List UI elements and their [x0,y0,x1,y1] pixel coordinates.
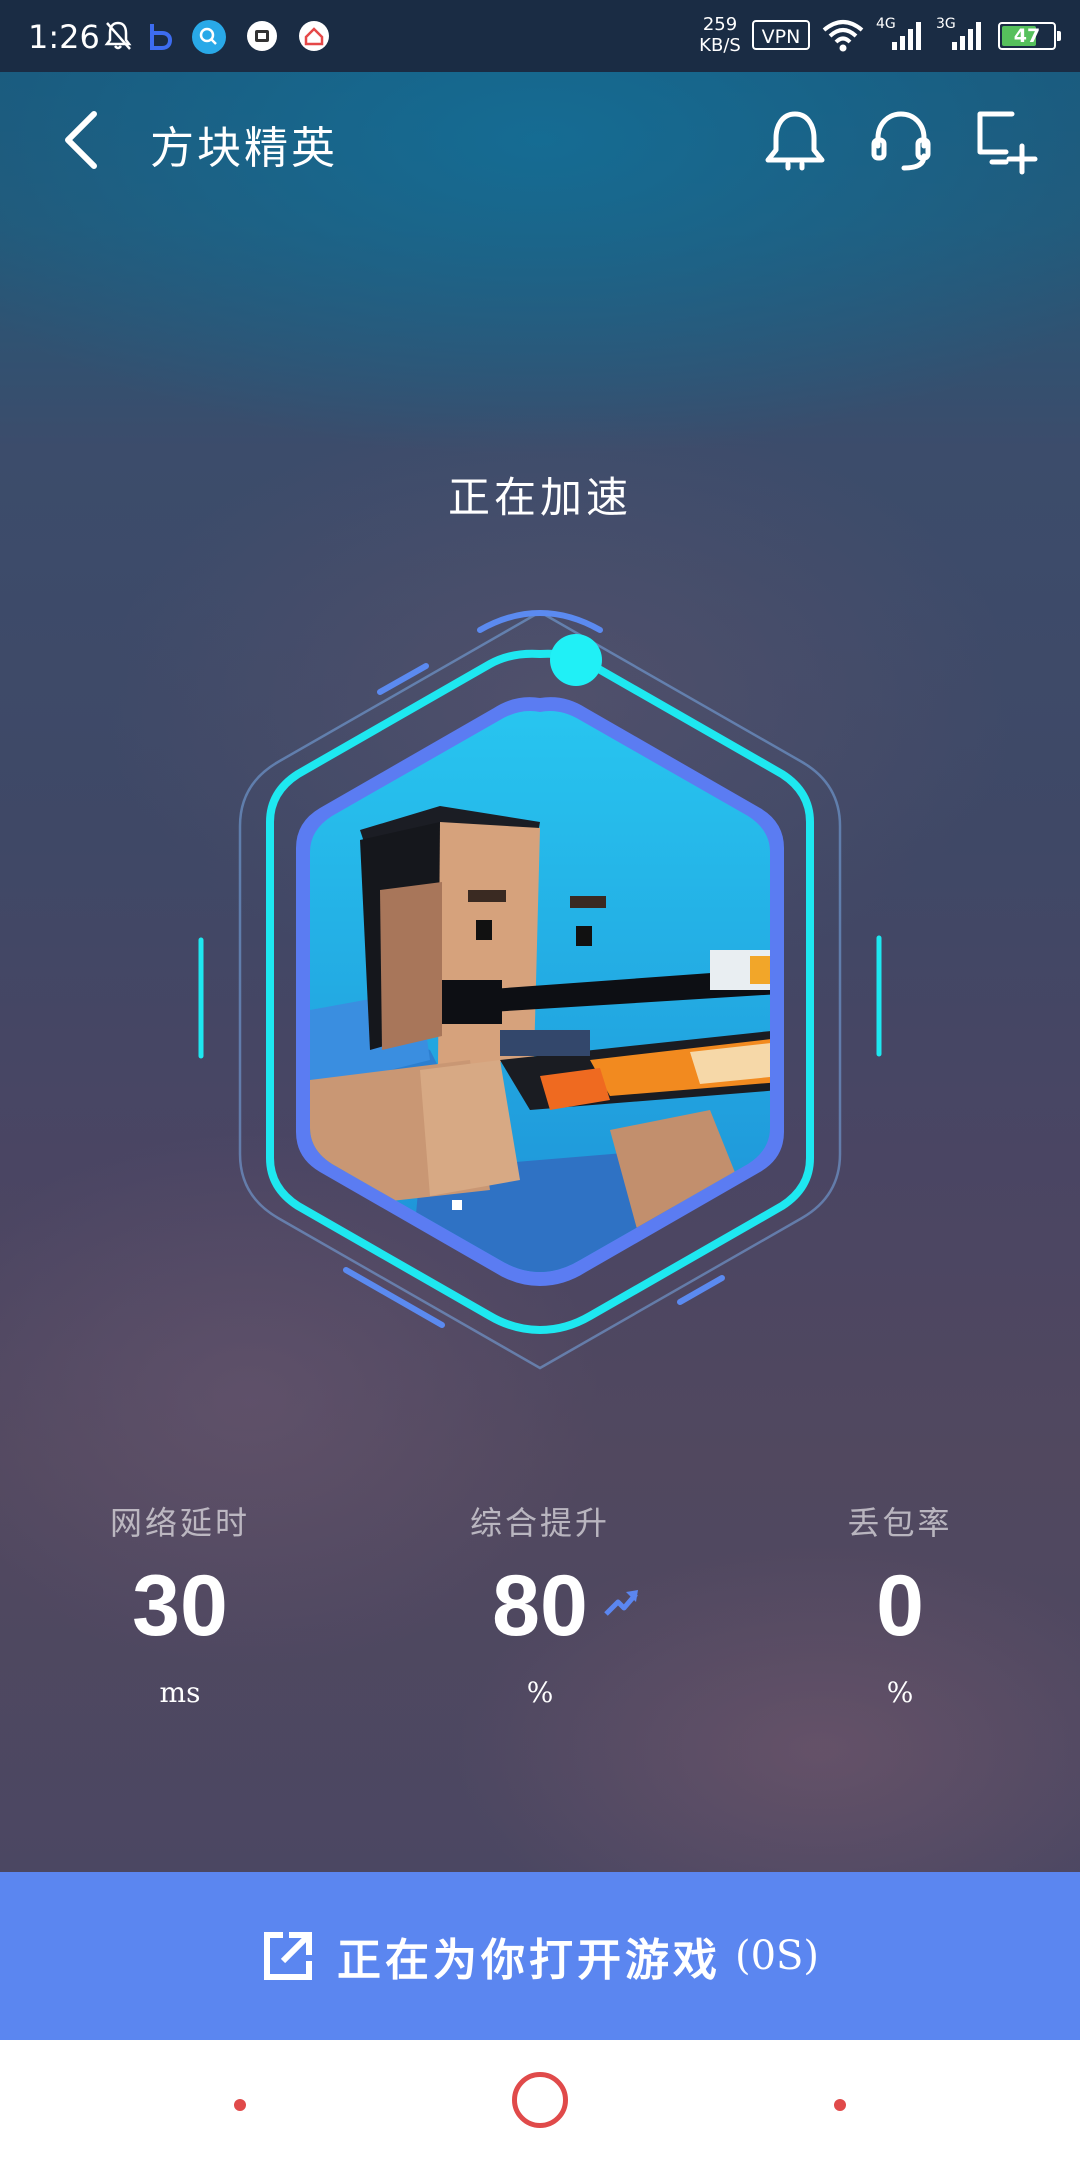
add-shortcut-icon [977,111,1038,175]
battery-indicator: 47 [998,22,1061,50]
stat-value: 0 [876,1558,924,1654]
status-time: 1:26 [28,18,100,56]
up-trend-icon [604,1590,638,1616]
stat-value: 30 [132,1558,228,1654]
home-app-icon [299,21,329,51]
stat-value-wrap: 80 [492,1556,638,1656]
nav-back-button[interactable] [834,2099,846,2111]
nav-menu-button[interactable] [234,2099,246,2111]
status-bar: 1:26 259 KB/S VPN 4G 3G 47 [0,0,1080,72]
stat-label: 网络延时 [109,1504,250,1542]
app-b-icon [150,24,173,50]
stat-unit: ms [159,1676,201,1709]
stat-latency: 网络延时 30 ms [30,1498,330,1709]
open-game-label: 正在为你打开游戏 [336,1935,721,1986]
boost-status-text: 正在加速 [447,473,632,522]
progress-knob [550,634,602,686]
signal-bars-icon-1 [892,22,921,50]
app-notification-icon [247,21,277,51]
open-game-countdown: (0S) [734,1933,820,1979]
customer-service-button[interactable] [866,106,936,176]
page-title: 方块精英 [150,123,338,174]
network-speed: 259 KB/S [699,14,741,56]
vpn-badge: VPN [752,20,810,50]
notification-muted-icon [104,21,132,50]
stat-label: 综合提升 [469,1504,610,1542]
nav-home-button[interactable] [512,2072,568,2128]
notification-button[interactable] [760,106,830,176]
search-app-icon [192,20,226,54]
add-shortcut-button[interactable] [970,106,1040,176]
system-nav-bar [0,2040,1080,2160]
stat-value: 80 [492,1558,588,1654]
stat-packet-loss: 丢包率 0 % [750,1498,1050,1709]
headset-icon [871,111,931,171]
signal-bars-icon-2 [952,22,981,50]
stat-unit: % [526,1676,554,1709]
back-button[interactable] [56,108,112,172]
external-open-icon [263,1932,312,1980]
open-game-button[interactable]: 正在为你打开游戏 (0S) [0,1872,1080,2040]
stat-overall-boost: 综合提升 80 % [390,1498,690,1709]
stat-label: 丢包率 [847,1504,953,1542]
back-arrow-icon [65,111,97,169]
bell-icon [765,111,825,171]
game-boost-hexagon [198,610,882,1370]
stat-unit: % [886,1676,914,1709]
wifi-icon [822,20,864,52]
